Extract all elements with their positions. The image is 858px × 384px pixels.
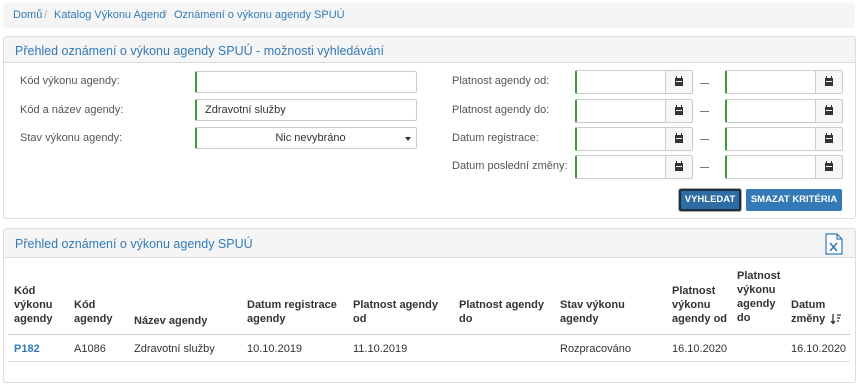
sort-desc-icon[interactable]: [830, 313, 842, 325]
platnost-od-from-date: [575, 70, 693, 94]
breadcrumb-home-link[interactable]: Domů: [13, 9, 42, 21]
chevron-down-icon: [405, 137, 411, 141]
kod-nazev-input[interactable]: Zdravotní služby: [195, 99, 417, 121]
registrace-from-input[interactable]: [575, 127, 666, 151]
kod-vykonu-label: Kód výkonu agendy:: [20, 75, 120, 87]
stav-select[interactable]: Nic nevybráno: [195, 127, 417, 149]
breadcrumb-current: Oznámení o výkonu agendy SPUÚ: [174, 9, 345, 21]
range-dash: [700, 111, 709, 112]
table-row-divider: [8, 361, 850, 362]
platnost-do-from-input[interactable]: [575, 99, 666, 123]
breadcrumb-katalog-link[interactable]: Katalog Výkonu Agend: [54, 9, 165, 21]
calendar-icon: [825, 133, 833, 143]
stav-label: Stav výkonu agendy:: [20, 132, 123, 144]
platnost-do-to-input[interactable]: [725, 99, 816, 123]
search-button[interactable]: VYHLEDAT: [679, 189, 741, 211]
cell-platnost-od: 11.10.2019: [353, 343, 408, 355]
calendar-button[interactable]: [665, 155, 693, 179]
platnost-od-to-date: [725, 70, 843, 94]
cell-kod-agendy: A1086: [74, 343, 106, 355]
platnost-od-label: Platnost agendy od:: [452, 75, 550, 87]
calendar-button[interactable]: [815, 127, 843, 151]
cell-kod-vykonu-link[interactable]: P182: [14, 343, 40, 355]
zmena-label: Datum poslední změny:: [452, 160, 568, 172]
calendar-button[interactable]: [665, 127, 693, 151]
excel-export-icon[interactable]: [825, 233, 843, 255]
cell-stav: Rozpracováno: [560, 343, 631, 355]
registrace-to-input[interactable]: [725, 127, 816, 151]
platnost-do-from-date: [575, 99, 693, 123]
col-header-platnost-od[interactable]: Platnost agendy od: [353, 298, 443, 326]
table-header-divider: [8, 334, 850, 335]
platnost-do-to-date: [725, 99, 843, 123]
platnost-od-to-input[interactable]: [725, 70, 816, 94]
breadcrumb: Domů / Katalog Výkonu Agend / Oznámení o…: [3, 3, 855, 28]
col-header-platnost-do[interactable]: Platnost agendy do: [459, 298, 549, 326]
zmena-from-date: [575, 155, 693, 179]
calendar-button[interactable]: [665, 70, 693, 94]
col-header-kod-agendy[interactable]: Kód agendy: [74, 298, 119, 326]
col-header-platnost-vykonu-od[interactable]: Platnost výkonu agendy od: [672, 284, 728, 326]
stav-select-value: Nic nevybráno: [275, 132, 346, 144]
range-dash: [700, 167, 709, 168]
range-dash: [700, 139, 709, 140]
registrace-label: Datum registrace:: [452, 132, 539, 144]
col-header-stav[interactable]: Stav výkonu agendy: [560, 298, 640, 326]
zmena-from-input[interactable]: [575, 155, 666, 179]
search-panel-title: Přehled oznámení o výkonu agendy SPUÚ - …: [15, 44, 384, 58]
calendar-icon: [825, 76, 833, 86]
range-dash: [700, 83, 709, 84]
kod-nazev-label: Kód a název agendy:: [20, 104, 124, 116]
kod-vykonu-input[interactable]: [195, 71, 417, 93]
calendar-icon: [825, 161, 833, 171]
cell-nazev: Zdravotní služby: [134, 343, 215, 355]
calendar-icon: [675, 133, 683, 143]
col-header-datum-zmeny[interactable]: Datum změny: [791, 298, 831, 326]
platnost-do-label: Platnost agendy do:: [452, 104, 550, 116]
zmena-to-input[interactable]: [725, 155, 816, 179]
calendar-button[interactable]: [815, 155, 843, 179]
platnost-od-from-input[interactable]: [575, 70, 666, 94]
clear-criteria-button[interactable]: SMAZAT KRITÉRIA: [746, 189, 842, 211]
search-panel-header: Přehled oznámení o výkonu agendy SPUÚ - …: [4, 37, 855, 63]
cell-registrace: 10.10.2019: [247, 343, 303, 355]
calendar-button[interactable]: [815, 70, 843, 94]
calendar-icon: [825, 105, 833, 115]
zmena-to-date: [725, 155, 843, 179]
calendar-icon: [675, 76, 683, 86]
col-header-kod-vykonu[interactable]: Kód výkonu agendy: [14, 284, 59, 326]
col-header-platnost-vykonu-do[interactable]: Platnost výkonu agendy do: [737, 269, 782, 325]
results-panel-title: Přehled oznámení o výkonu agendy SPUÚ: [15, 237, 253, 251]
results-panel-header: Přehled oznámení o výkonu agendy SPUÚ: [4, 229, 855, 258]
breadcrumb-separator: /: [44, 9, 48, 21]
registrace-from-date: [575, 127, 693, 151]
calendar-icon: [675, 105, 683, 115]
col-header-registrace[interactable]: Datum registrace agendy: [247, 298, 342, 326]
cell-platnost-vykonu-od: 16.10.2020: [672, 343, 728, 355]
col-header-nazev[interactable]: Název agendy: [134, 314, 234, 328]
calendar-button[interactable]: [665, 99, 693, 123]
calendar-button[interactable]: [815, 99, 843, 123]
breadcrumb-separator: /: [164, 9, 168, 21]
registrace-to-date: [725, 127, 843, 151]
calendar-icon: [675, 161, 683, 171]
cell-datum-zmeny: 16.10.2020: [791, 343, 847, 355]
